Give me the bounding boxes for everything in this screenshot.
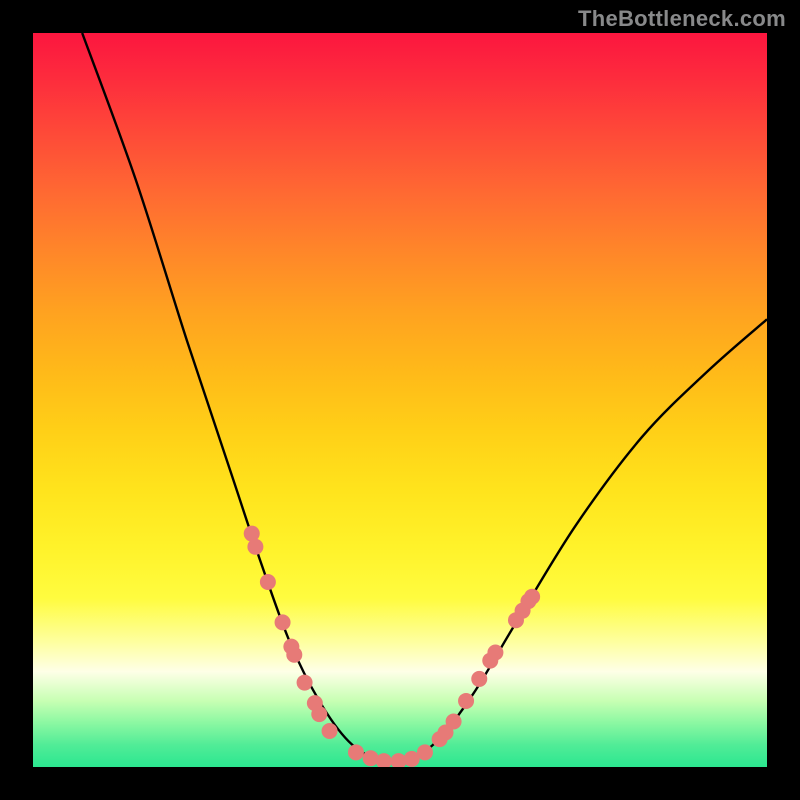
- data-dot: [247, 539, 263, 555]
- data-dot: [311, 706, 327, 722]
- data-dot: [524, 589, 540, 605]
- data-dot: [458, 693, 474, 709]
- data-dot: [363, 750, 379, 766]
- data-dot: [376, 753, 392, 767]
- data-dot: [348, 744, 364, 760]
- data-dot: [297, 675, 313, 691]
- data-dot: [322, 723, 338, 739]
- chart-svg: [33, 33, 767, 767]
- plot-area: [33, 33, 767, 767]
- data-dot: [286, 647, 302, 663]
- data-dot: [417, 744, 433, 760]
- data-dot: [487, 645, 503, 661]
- data-dots: [244, 526, 540, 767]
- data-dot: [275, 614, 291, 630]
- data-dot: [260, 574, 276, 590]
- watermark-text: TheBottleneck.com: [578, 6, 786, 32]
- chart-frame: TheBottleneck.com: [0, 0, 800, 800]
- data-dot: [471, 671, 487, 687]
- bottleneck-curve: [82, 33, 767, 762]
- data-dot: [446, 713, 462, 729]
